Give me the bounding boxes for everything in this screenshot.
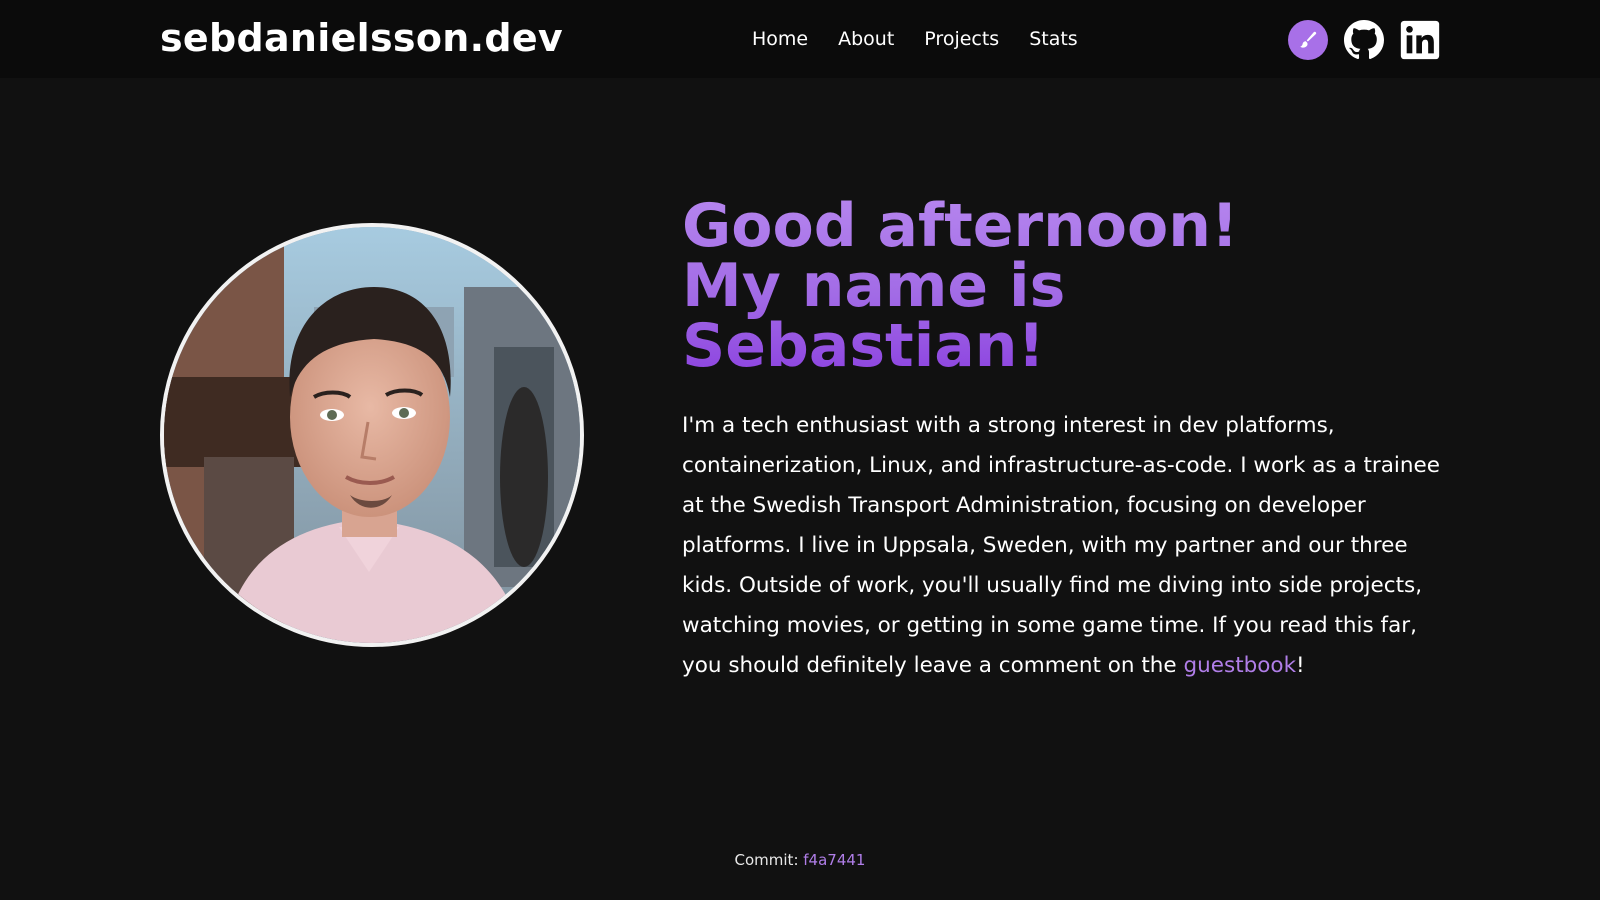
paintbrush-icon: [1300, 31, 1317, 48]
greeting-line: Good afternoon!: [682, 191, 1239, 261]
bio-text: I'm a tech enthusiast with a strong inte…: [682, 413, 1440, 678]
main-nav: Home About Projects Stats: [752, 26, 1078, 52]
github-icon: [1344, 20, 1384, 60]
site-footer: Commit: f4a7441: [0, 850, 1600, 870]
profile-photo: [164, 227, 580, 643]
nav-projects-link[interactable]: Projects: [924, 26, 999, 52]
bio-end: !: [1296, 653, 1305, 678]
greeting-heading: Good afternoon! My name is Sebastian!: [682, 196, 1452, 376]
commit-label: Commit:: [734, 851, 799, 869]
theme-toggle-button[interactable]: [1288, 20, 1328, 60]
guestbook-link[interactable]: guestbook: [1184, 653, 1297, 678]
intro-content: Good afternoon! My name is Sebastian! I'…: [682, 196, 1452, 686]
linkedin-link[interactable]: [1400, 20, 1440, 60]
greeting-line: My name is: [682, 251, 1066, 321]
site-brand-link[interactable]: sebdanielsson.dev: [160, 14, 563, 62]
bio-paragraph: I'm a tech enthusiast with a strong inte…: [682, 406, 1452, 686]
nav-about-link[interactable]: About: [838, 26, 894, 52]
github-link[interactable]: [1344, 20, 1384, 60]
commit-hash-link[interactable]: f4a7441: [803, 851, 865, 869]
profile-avatar: [160, 223, 584, 647]
header-icon-group: [1288, 20, 1440, 60]
nav-home-link[interactable]: Home: [752, 26, 808, 52]
linkedin-icon: [1400, 20, 1440, 60]
top-navbar: sebdanielsson.dev Home About Projects St…: [0, 0, 1600, 78]
greeting-line: Sebastian!: [682, 311, 1045, 381]
nav-stats-link[interactable]: Stats: [1029, 26, 1078, 52]
